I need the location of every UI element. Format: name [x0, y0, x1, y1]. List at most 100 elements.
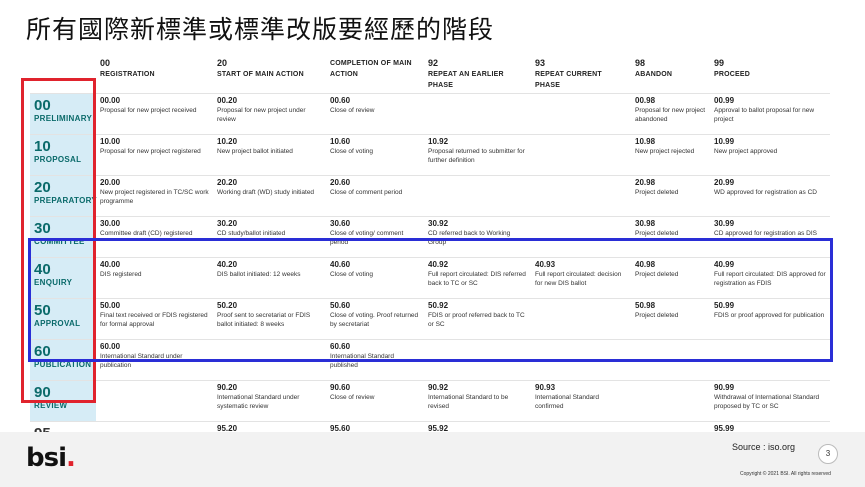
substage-code: 30.99: [714, 219, 735, 228]
column-header: 98 Abandon: [631, 56, 710, 94]
table-row: 10 Proposal 10.00 Proposal for new project …: [30, 134, 830, 176]
column-code: 93: [535, 58, 546, 68]
substage-description: Close of comment period: [330, 189, 403, 196]
substage-description: Proposal for new project received: [100, 107, 197, 114]
table-cell: 90.20 International Standard under system…: [213, 380, 326, 422]
column-label: Registration: [100, 71, 155, 78]
substage-code: 90.99: [714, 383, 735, 392]
substage-code: 10.60: [330, 137, 351, 146]
table-cell: 20.60 Close of comment period: [326, 175, 424, 217]
table-cell: 10.99 New project approved: [710, 134, 830, 176]
table-header-row: 00 Registration 20 Start of main action Comp…: [30, 56, 830, 94]
bsi-logo: bsi.: [26, 443, 76, 473]
substage-description: New project approved: [714, 148, 778, 155]
table-cell: 10.00 Proposal for new project registered: [96, 134, 213, 176]
substage-code: 00.99: [714, 96, 735, 105]
substage-description: Project deleted: [635, 189, 679, 196]
enquiry-approval-publication-highlight: [28, 238, 833, 362]
substage-code: 10.99: [714, 137, 735, 146]
column-label: Proceed: [714, 71, 751, 78]
substage-code: 90.20: [217, 383, 238, 392]
substage-description: Proposal for new project under review: [217, 107, 306, 123]
substage-description: International Standard to be revised: [428, 394, 509, 410]
substage-code: 20.00: [100, 178, 121, 187]
substage-description: Withdrawal of International Standard pro…: [714, 394, 820, 410]
slide: 所有國際新標準或標準改版要經歷的階段 00 Registration 20 Start…: [0, 0, 865, 487]
column-code: 20: [217, 58, 228, 68]
substage-code: 10.00: [100, 137, 121, 146]
table-cell: 00.60 Close of review: [326, 93, 424, 135]
table-cell: 10.20 New project ballot initiated: [213, 134, 326, 176]
table-cell: [631, 380, 710, 422]
table-row: 20 Preparatory 20.00 New project registered…: [30, 175, 830, 217]
table-cell: [531, 175, 631, 217]
substage-description: WD approved for registration as CD: [714, 189, 817, 196]
substage-code: 20.99: [714, 178, 735, 187]
substage-code: 20.98: [635, 178, 656, 187]
column-label: Start of main action: [217, 71, 304, 78]
column-code: 92: [428, 58, 439, 68]
substage-code: 30.00: [100, 219, 121, 228]
table-cell: 90.60 Close of review: [326, 380, 424, 422]
column-header: 00 Registration: [96, 56, 213, 94]
table-cell: 00.20 Proposal for new project under revi…: [213, 93, 326, 135]
substage-code: 30.20: [217, 219, 238, 228]
footer-bar: [0, 432, 865, 487]
table-cell: 90.93 International Standard confirmed: [531, 380, 631, 422]
substage-code: 00.60: [330, 96, 351, 105]
column-header: 20 Start of main action: [213, 56, 326, 94]
substage-description: Close of voting: [330, 148, 373, 155]
table-cell: 20.98 Project deleted: [631, 175, 710, 217]
substage-code: 20.20: [217, 178, 238, 187]
substage-code: 90.93: [535, 383, 556, 392]
column-label: Completion of main action: [330, 60, 412, 78]
table-cell: 10.92 Proposal returned to submitter for …: [424, 134, 531, 176]
slide-title: 所有國際新標準或標準改版要經歷的階段: [26, 15, 495, 44]
substage-description: Proposal returned to submitter for furth…: [428, 148, 525, 164]
page-number: 3: [818, 444, 838, 464]
column-label: Repeat current phase: [535, 71, 602, 89]
substage-description: Proposal for new project registered: [100, 148, 201, 155]
substage-code: 30.92: [428, 219, 449, 228]
column-code: 00: [100, 58, 111, 68]
substage-description: New project registered in TC/SC work pro…: [100, 189, 209, 205]
column-label: Repeat an earlier phase: [428, 71, 504, 89]
column-code: 98: [635, 58, 646, 68]
substage-code: 10.92: [428, 137, 449, 146]
table-cell: 00.98 Proposal for new project abandoned: [631, 93, 710, 135]
table-cell: [424, 93, 531, 135]
substage-code: 30.60: [330, 219, 351, 228]
substage-code: 90.92: [428, 383, 449, 392]
substage-description: New project rejected: [635, 148, 695, 155]
substage-code: 10.98: [635, 137, 656, 146]
table-cell: [531, 93, 631, 135]
table-row: 00 Preliminary 00.00 Proposal for new proje…: [30, 93, 830, 135]
column-code: 99: [714, 58, 725, 68]
column-header: 92 Repeat an earlier phase: [424, 56, 531, 94]
column-header: 93 Repeat current phase: [531, 56, 631, 94]
column-header: Completion of main action: [326, 56, 424, 94]
table-row: 90 Review 90.20 International Standard unde…: [30, 380, 830, 422]
substage-code: 90.60: [330, 383, 351, 392]
table-cell: 20.20 Working draft (WD) study initiated: [213, 175, 326, 217]
table-cell: 10.60 Close of voting: [326, 134, 424, 176]
table-cell: 90.92 International Standard to be revise…: [424, 380, 531, 422]
substage-description: Close of review: [330, 107, 375, 114]
substage-code: 00.98: [635, 96, 656, 105]
substage-description: New project ballot initiated: [217, 148, 293, 155]
substage-description: International Standard confirmed: [535, 394, 599, 410]
table-cell: 20.99 WD approved for registration as CD: [710, 175, 830, 217]
column-label: Abandon: [635, 71, 673, 78]
table-cell: [424, 175, 531, 217]
table-cell: [531, 134, 631, 176]
substage-description: International Standard under systematic …: [217, 394, 300, 410]
substage-description: Close of review: [330, 394, 375, 401]
column-header: 99 Proceed: [710, 56, 830, 94]
substage-code: 00.00: [100, 96, 121, 105]
table-cell: 90.99 Withdrawal of International Standar…: [710, 380, 830, 422]
substage-description: Working draft (WD) study initiated: [217, 189, 315, 196]
substage-code: 00.20: [217, 96, 238, 105]
table-cell: 00.00 Proposal for new project received: [96, 93, 213, 135]
substage-code: 20.60: [330, 178, 351, 187]
table-cell: 10.98 New project rejected: [631, 134, 710, 176]
